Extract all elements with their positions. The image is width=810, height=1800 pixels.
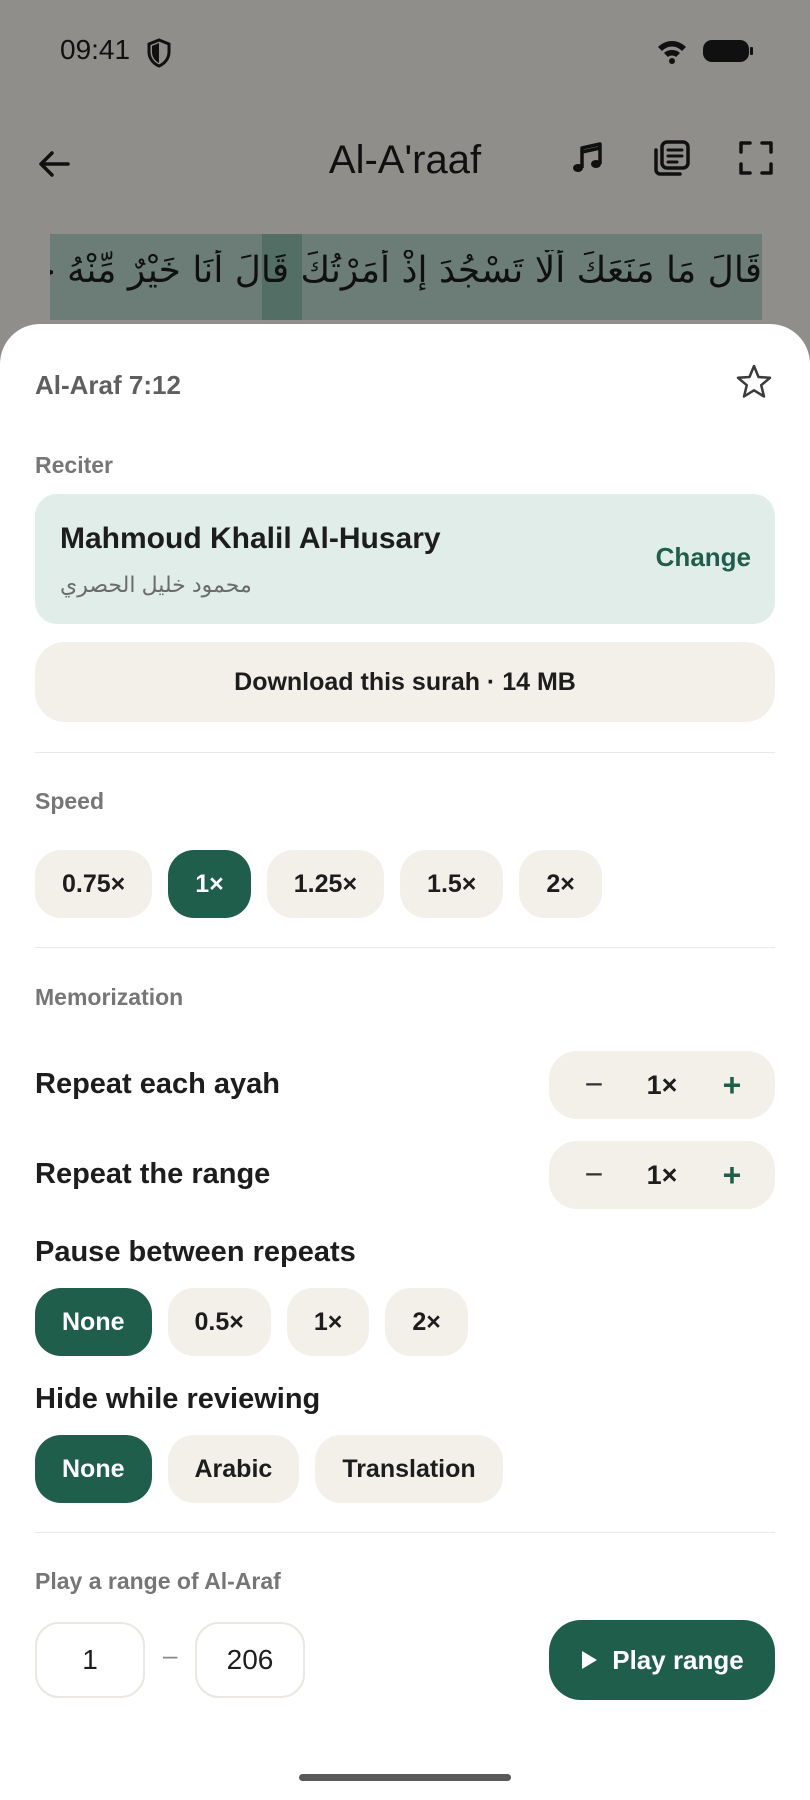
sheet-title: Al-Araf 7:12	[35, 370, 181, 400]
speed-chip-selected[interactable]: 1×	[168, 850, 251, 918]
divider	[35, 752, 775, 753]
repeat-ayah-label: Repeat each ayah	[35, 1068, 281, 1100]
hide-chip[interactable]: Translation	[315, 1435, 503, 1503]
audio-settings-sheet: Al-Araf 7:12 Reciter Mahmoud Khalil Al-H…	[0, 324, 810, 1800]
reciter-name-arabic: محمود خليل الحصري	[60, 572, 252, 597]
reciter-name: Mahmoud Khalil Al-Husary	[60, 522, 441, 555]
range-dash: –	[163, 1640, 178, 1670]
speed-chip[interactable]: 0.75×	[35, 850, 153, 918]
pause-between-repeats-label: Pause between repeats	[35, 1236, 356, 1268]
play-range-label: Play range	[612, 1644, 744, 1675]
play-range-button[interactable]: Play range	[549, 1620, 775, 1700]
speed-chip[interactable]: 2×	[519, 850, 602, 918]
repeat-range-label: Repeat the range	[35, 1158, 271, 1190]
play-range-section-label: Play a range of Al-Araf	[35, 1568, 281, 1594]
reciter-section-label: Reciter	[35, 452, 113, 478]
hide-chip[interactable]: Arabic	[167, 1435, 300, 1503]
hide-chip-row: None Arabic Translation	[35, 1435, 503, 1503]
repeat-range-decrement-button[interactable]: −	[579, 1157, 609, 1193]
memorization-section-label: Memorization	[35, 984, 184, 1010]
repeat-ayah-value: 1×	[646, 1070, 678, 1100]
home-indicator[interactable]	[299, 1774, 511, 1781]
repeat-ayah-decrement-button[interactable]: −	[579, 1067, 609, 1103]
pause-chip[interactable]: 1×	[286, 1288, 370, 1356]
repeat-range-increment-button[interactable]: +	[717, 1155, 747, 1195]
speed-section-label: Speed	[35, 788, 105, 814]
divider	[35, 1532, 775, 1533]
repeat-ayah-increment-button[interactable]: +	[717, 1065, 747, 1105]
range-end-input[interactable]: 206	[195, 1622, 305, 1698]
hide-chip-selected[interactable]: None	[35, 1435, 152, 1503]
hide-while-reviewing-label: Hide while reviewing	[35, 1383, 321, 1415]
play-icon	[582, 1651, 598, 1669]
repeat-range-stepper: − 1× +	[549, 1141, 775, 1209]
download-surah-button[interactable]: Download this surah · 14 MB	[35, 642, 775, 722]
pause-chip[interactable]: 2×	[385, 1288, 468, 1356]
repeat-range-value: 1×	[646, 1160, 678, 1190]
speed-chip-row: 0.75× 1× 1.25× 1.5× 2×	[35, 850, 602, 918]
pause-chip-selected[interactable]: None	[35, 1288, 152, 1356]
speed-chip[interactable]: 1.25×	[266, 850, 385, 918]
repeat-ayah-stepper: − 1× +	[549, 1051, 775, 1119]
divider	[35, 947, 775, 948]
range-start-input[interactable]: 1	[35, 1622, 145, 1698]
pause-chip[interactable]: 0.5×	[167, 1288, 271, 1356]
bookmark-star-icon[interactable]	[734, 362, 774, 402]
change-reciter-button[interactable]: Change	[656, 542, 751, 573]
reciter-card[interactable]: Mahmoud Khalil Al-Husary محمود خليل الحص…	[35, 494, 775, 624]
pause-chip-row: None 0.5× 1× 2×	[35, 1288, 468, 1356]
speed-chip[interactable]: 1.5×	[400, 850, 504, 918]
